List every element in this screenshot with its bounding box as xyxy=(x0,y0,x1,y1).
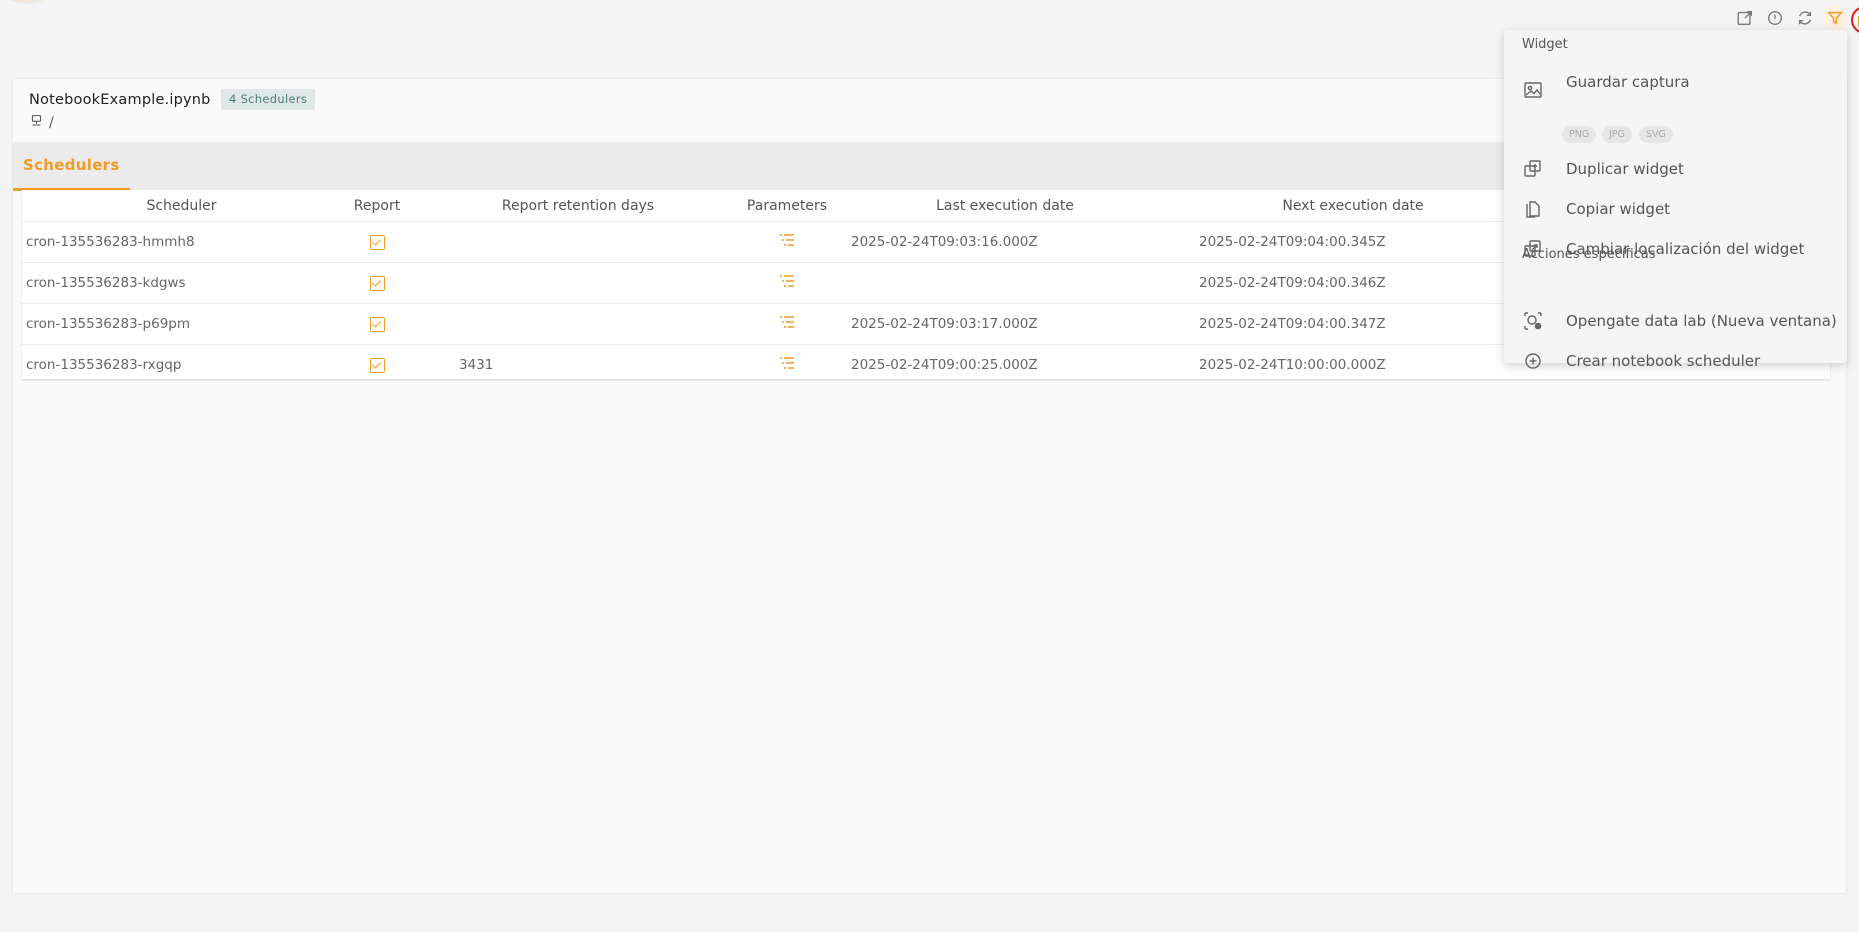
open-external-icon[interactable] xyxy=(1733,6,1757,30)
open-data-lab-item[interactable]: Opengate data lab (Nueva ventana) xyxy=(1504,302,1847,340)
next-execution-cell: 2025-02-24T10:00:00.000Z xyxy=(1179,344,1527,385)
retention-cell xyxy=(413,262,743,304)
report-cell xyxy=(341,262,413,304)
widget-title: NotebookExample.ipynb xyxy=(29,92,211,108)
scheduler-name: cron-135536283-kdgws xyxy=(22,262,341,304)
parameters-list-icon[interactable] xyxy=(779,356,795,374)
scheduler-name: cron-135536283-hmmh8 xyxy=(22,221,341,263)
breadcrumb: / xyxy=(30,114,54,131)
report-checkbox[interactable] xyxy=(369,234,385,250)
next-execution-cell: 2025-02-24T09:04:00.347Z xyxy=(1179,303,1527,345)
column-header-report[interactable]: Report xyxy=(341,190,413,222)
parameters-cell xyxy=(743,221,831,263)
last-execution-cell xyxy=(831,262,1179,304)
image-icon xyxy=(1522,79,1544,101)
filter-icon[interactable] xyxy=(1823,6,1847,30)
data-lab-icon xyxy=(1522,310,1544,332)
parameters-list-icon[interactable] xyxy=(779,315,795,333)
tab-schedulers[interactable]: Schedulers xyxy=(13,142,130,191)
menu-section-specific: Acciones específicas xyxy=(1522,247,1656,262)
report-cell xyxy=(341,221,413,263)
report-cell xyxy=(341,344,413,385)
add-circle-icon xyxy=(1522,350,1544,372)
last-execution-cell: 2025-02-24T09:00:25.000Z xyxy=(831,344,1179,385)
copy-widget-label: Copiar widget xyxy=(1566,200,1671,218)
column-header-retention[interactable]: Report retention days xyxy=(413,190,743,222)
network-icon xyxy=(30,114,43,131)
parameters-list-icon[interactable] xyxy=(779,274,795,292)
scheduler-name: cron-135536283-rxgqp xyxy=(22,344,341,385)
format-png-button[interactable]: PNG xyxy=(1562,126,1597,143)
widget-context-menu: Widget Guardar captura PNG JPG SVG Dupli… xyxy=(1504,30,1847,370)
next-execution-cell: 2025-02-24T09:04:00.345Z xyxy=(1179,221,1527,263)
duplicate-widget-item[interactable]: Duplicar widget xyxy=(1504,150,1847,188)
next-execution-cell: 2025-02-24T09:04:00.346Z xyxy=(1179,262,1527,304)
duplicate-icon xyxy=(1522,158,1544,180)
column-header-scheduler[interactable]: Scheduler xyxy=(22,190,341,222)
open-data-lab-label: Opengate data lab (Nueva ventana) xyxy=(1566,312,1837,330)
report-cell xyxy=(341,303,413,345)
copy-icon xyxy=(1522,198,1544,220)
create-scheduler-item[interactable]: Crear notebook scheduler xyxy=(1504,342,1847,380)
format-svg-button[interactable]: SVG xyxy=(1639,126,1673,143)
parameters-cell xyxy=(743,262,831,304)
save-capture-item[interactable]: Guardar captura xyxy=(1504,71,1847,109)
duplicate-widget-label: Duplicar widget xyxy=(1566,160,1684,178)
report-checkbox[interactable] xyxy=(369,275,385,291)
widget-menu-icon[interactable] xyxy=(1851,6,1859,34)
refresh-icon[interactable] xyxy=(1793,6,1817,30)
retention-cell xyxy=(413,303,743,345)
create-scheduler-label: Crear notebook scheduler xyxy=(1566,352,1761,370)
last-execution-cell: 2025-02-24T09:03:16.000Z xyxy=(831,221,1179,263)
retention-cell: 3431 xyxy=(413,344,743,385)
report-checkbox[interactable] xyxy=(369,357,385,373)
breadcrumb-path[interactable]: / xyxy=(49,115,54,131)
app-logo[interactable] xyxy=(4,0,50,2)
parameters-cell xyxy=(743,303,831,345)
scheduler-name: cron-135536283-p69pm xyxy=(22,303,341,345)
parameters-cell xyxy=(743,344,831,385)
parameters-list-icon[interactable] xyxy=(779,233,795,251)
last-execution-cell: 2025-02-24T09:03:17.000Z xyxy=(831,303,1179,345)
column-header-last-execution[interactable]: Last execution date xyxy=(831,190,1179,222)
report-checkbox[interactable] xyxy=(369,316,385,332)
copy-widget-item[interactable]: Copiar widget xyxy=(1504,190,1847,228)
format-jpg-button[interactable]: JPG xyxy=(1602,126,1632,143)
column-header-next-execution[interactable]: Next execution date xyxy=(1179,190,1527,222)
scheduler-count-badge: 4 Schedulers xyxy=(221,89,316,110)
retention-cell xyxy=(413,221,743,263)
comment-icon[interactable] xyxy=(1763,6,1787,30)
column-header-parameters[interactable]: Parameters xyxy=(743,190,831,222)
save-capture-label: Guardar captura xyxy=(1566,73,1690,91)
menu-section-widget: Widget xyxy=(1522,37,1568,52)
